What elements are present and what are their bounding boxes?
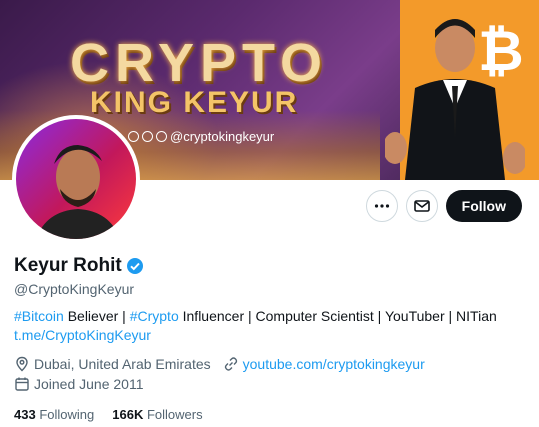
follow-button[interactable]: Follow: [445, 190, 522, 222]
website-link[interactable]: youtube.com/cryptokingkeyur: [243, 356, 425, 372]
ellipsis-icon: [374, 204, 389, 208]
message-button[interactable]: [405, 190, 438, 222]
twitter-icon: [156, 131, 167, 142]
banner-social: @cryptokingkeyur: [128, 129, 274, 144]
bio-text-2: Influencer | Computer Scientist | YouTub…: [178, 308, 497, 324]
following-label: Following: [39, 407, 95, 422]
following-count: 433: [14, 407, 36, 422]
profile-meta: Dubai, United Arab Emirates youtube.com/…: [14, 356, 437, 372]
profile-bio: #Bitcoin Believer | #Crypto Influencer |…: [14, 307, 524, 345]
hashtag-bitcoin-link[interactable]: #Bitcoin: [14, 308, 64, 324]
profile-name: Keyur Rohit: [14, 255, 122, 276]
hashtag-crypto-link[interactable]: #Crypto: [130, 308, 179, 324]
more-button[interactable]: [365, 190, 398, 222]
banner-subtitle: KING KEYUR: [90, 86, 299, 119]
instagram-icon: [128, 131, 139, 142]
calendar-icon: [15, 377, 29, 391]
profile-avatar[interactable]: [12, 115, 140, 243]
youtube-icon: [142, 131, 153, 142]
mail-icon: [413, 200, 430, 212]
link-icon: [224, 357, 237, 371]
website-item: youtube.com/cryptokingkeyur: [223, 356, 425, 372]
profile-name-row: Keyur Rohit: [14, 255, 144, 277]
banner-title: CRYPTO: [70, 33, 329, 93]
verified-badge-icon[interactable]: [126, 257, 144, 275]
location-pin-icon: [16, 356, 28, 372]
joined-item: Joined June 2011: [14, 376, 144, 392]
profile-stats: 433 Following 166K Followers: [14, 407, 203, 422]
followers-count: 166K: [112, 407, 144, 422]
profile-handle: @CryptoKingKeyur: [14, 281, 135, 297]
followers-link[interactable]: 166K Followers: [112, 407, 202, 422]
profile-actions: Follow: [365, 190, 522, 222]
bio-text-1: Believer |: [63, 308, 130, 324]
banner-person-illustration: [385, 19, 525, 180]
avatar-portrait: [36, 145, 120, 239]
following-link[interactable]: 433 Following: [14, 407, 94, 422]
location-text: Dubai, United Arab Emirates: [34, 356, 211, 372]
joined-text: Joined June 2011: [34, 376, 144, 392]
banner-social-handle: @cryptokingkeyur: [170, 129, 275, 144]
followers-label: Followers: [146, 407, 203, 422]
location-item: Dubai, United Arab Emirates: [14, 356, 211, 372]
telegram-link[interactable]: t.me/CryptoKingKeyur: [14, 327, 151, 343]
